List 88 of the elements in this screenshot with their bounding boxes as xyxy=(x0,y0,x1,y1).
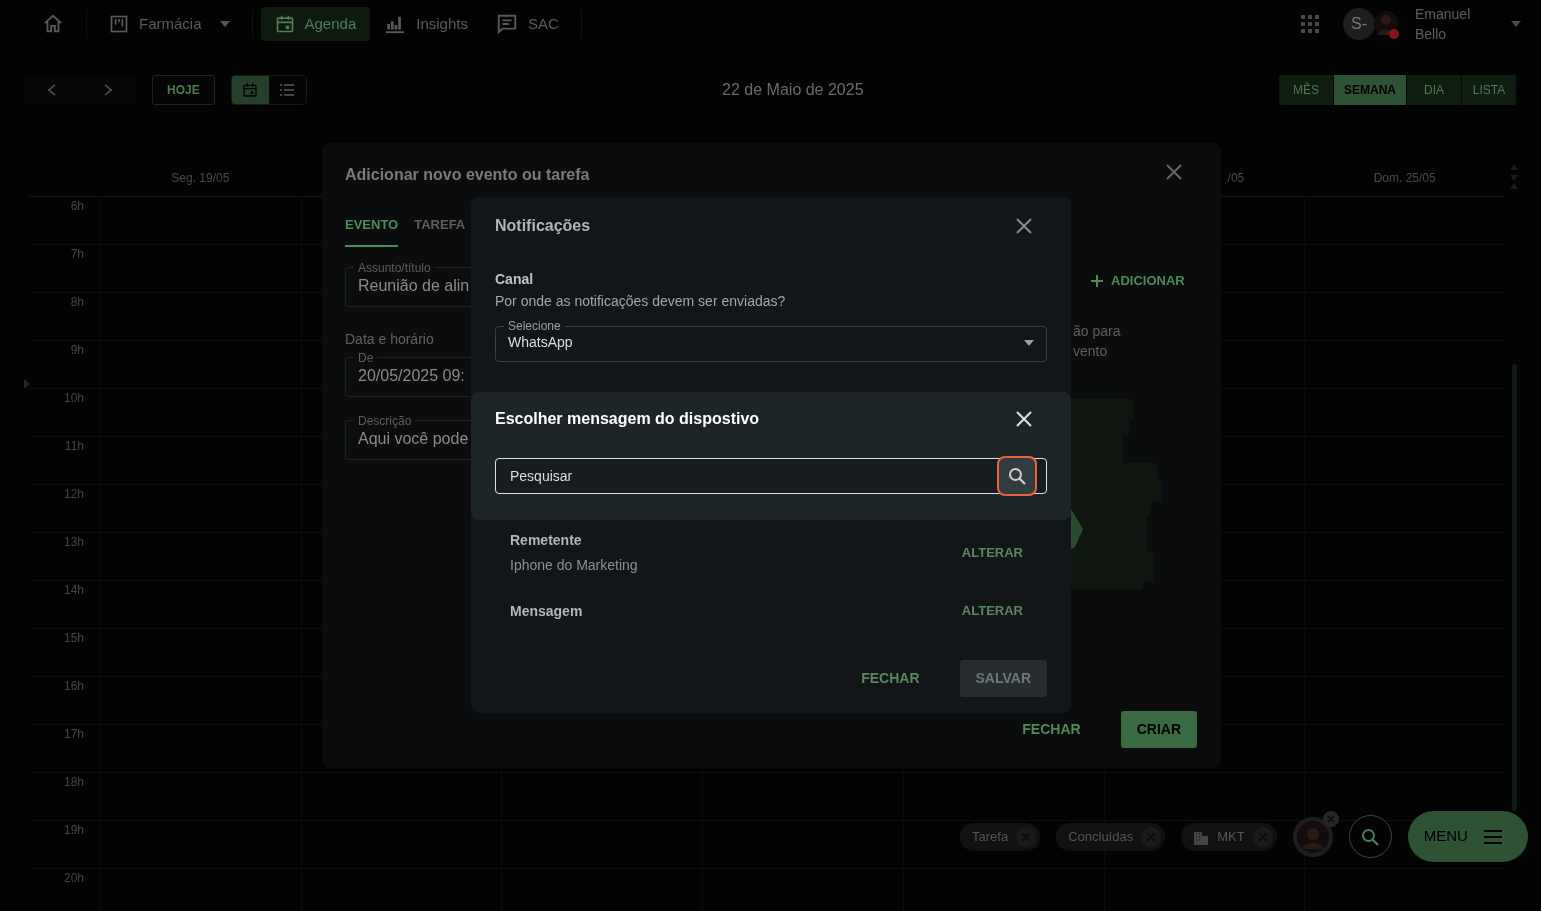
hour-label: 14h xyxy=(63,583,84,597)
day-header: /05 xyxy=(1227,170,1245,187)
row-label: Remetente xyxy=(510,531,583,550)
change-button[interactable]: ALTERAR xyxy=(961,597,1023,625)
filter-chip[interactable]: Concluídas xyxy=(1056,822,1166,851)
hour-label: 16h xyxy=(63,679,84,693)
hour-label: 7h xyxy=(70,247,84,261)
search-button[interactable] xyxy=(997,456,1037,496)
menu-icon xyxy=(1483,829,1502,844)
menu-button[interactable]: MENU xyxy=(1407,811,1528,862)
today-button[interactable]: HOJE xyxy=(152,75,215,105)
avatar[interactable] xyxy=(1373,9,1399,39)
hour-label: 12h xyxy=(63,487,84,501)
remove-icon[interactable] xyxy=(1322,810,1339,827)
day-header: Dom. 25/05 xyxy=(1373,170,1436,187)
user-first-name: Emanuel xyxy=(1415,5,1472,24)
chevron-right-icon xyxy=(104,84,112,96)
close-icon xyxy=(1015,217,1033,235)
form-tab[interactable]: TAREFA xyxy=(414,207,466,247)
modal-title: Escolher mensagem do dispostivo xyxy=(495,409,760,429)
remove-icon[interactable] xyxy=(1141,826,1162,847)
filter-chip[interactable]: Tarefa xyxy=(960,822,1041,851)
view-tab[interactable]: MÊS xyxy=(1279,75,1334,105)
user-initials-avatar: S- xyxy=(1343,8,1375,40)
chevron-left-icon xyxy=(48,84,56,96)
expand-icon[interactable] xyxy=(23,379,31,389)
avatar[interactable] xyxy=(1292,816,1333,857)
row-label: Mensagem xyxy=(510,601,583,621)
board-icon xyxy=(109,14,129,34)
hour-label: 17h xyxy=(63,727,84,741)
search-icon xyxy=(1361,827,1380,846)
view-tab[interactable]: DIA xyxy=(1407,75,1462,105)
help-text: Por onde as notificações devem ser enviadas? xyxy=(495,292,787,311)
field-label: Canal xyxy=(495,270,535,289)
chat-icon xyxy=(495,13,518,35)
close-button[interactable]: FECHAR xyxy=(845,660,936,697)
collapse-icon[interactable] xyxy=(1510,174,1518,190)
apps-grid-icon[interactable] xyxy=(1301,15,1319,33)
nav-tab[interactable]: Agenda xyxy=(260,7,371,41)
bar-chart-icon xyxy=(384,14,407,34)
remove-icon[interactable] xyxy=(1016,826,1037,847)
calendar-icon xyxy=(274,14,295,34)
previous-button[interactable] xyxy=(24,75,80,105)
caret-icon[interactable] xyxy=(1511,21,1521,27)
next-button[interactable] xyxy=(80,75,136,105)
search-button[interactable] xyxy=(1348,815,1392,858)
view-tab[interactable]: SEMANA xyxy=(1334,75,1407,105)
nav-tab[interactable]: Insights xyxy=(370,7,482,41)
row-value: Iphone do Marketing xyxy=(510,556,638,575)
caret-icon xyxy=(1024,339,1034,346)
hour-label: 10h xyxy=(63,391,84,405)
home-icon[interactable] xyxy=(42,13,64,35)
hour-label: 11h xyxy=(64,439,84,453)
list-icon xyxy=(279,82,296,98)
plus-icon xyxy=(1091,274,1103,287)
modal-title: Notificações xyxy=(495,216,591,236)
close-icon xyxy=(1015,410,1033,428)
hour-label: 19h xyxy=(63,823,84,837)
scroll-up-icon[interactable] xyxy=(1510,164,1518,170)
filter-chip[interactable]: MKT xyxy=(1181,822,1277,851)
search-field[interactable]: Pesquisar xyxy=(495,458,1047,494)
modal-title: Adicionar novo evento ou tarefa xyxy=(345,165,590,185)
hour-label: 9h xyxy=(70,343,84,357)
close-icon xyxy=(1165,163,1183,181)
hour-label: 8h xyxy=(70,295,84,309)
calendar-icon xyxy=(242,82,259,98)
hint-text: ão para vento xyxy=(1073,321,1122,361)
view-tab[interactable]: LISTA xyxy=(1462,75,1517,105)
view-toggle-button[interactable] xyxy=(231,76,269,104)
form-tab[interactable]: EVENTO xyxy=(345,207,399,247)
scrollbar-thumb[interactable] xyxy=(1511,364,1517,811)
add-button[interactable]: ADICIONAR xyxy=(1071,267,1195,295)
hour-label: 6h xyxy=(70,199,84,213)
hour-label: 15h xyxy=(63,631,84,645)
nav-tab[interactable]: Farmácia xyxy=(95,7,244,41)
hour-label: 18h xyxy=(63,775,84,789)
nav-tab[interactable]: SAC xyxy=(481,7,573,41)
section-label: Data e horário xyxy=(345,329,435,349)
user-last-name: Bello xyxy=(1415,25,1448,44)
change-button[interactable]: ALTERAR xyxy=(961,539,1023,567)
close-button[interactable]: FECHAR xyxy=(1006,711,1097,748)
create-button[interactable]: CRIAR xyxy=(1120,711,1197,748)
hour-label: 20h xyxy=(63,871,84,885)
search-icon xyxy=(1008,467,1026,485)
hour-label: 13h xyxy=(63,535,84,549)
calendar-title: 22 de Maio de 2025 xyxy=(721,80,865,100)
select-field[interactable]: Selecione WhatsApp xyxy=(495,320,1047,362)
day-header: Seg. 19/05 xyxy=(171,170,230,187)
